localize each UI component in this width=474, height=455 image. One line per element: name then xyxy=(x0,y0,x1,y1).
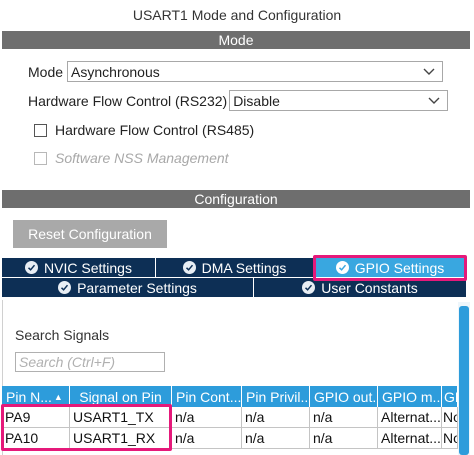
sort-up-icon: ▲ xyxy=(53,391,63,402)
rs232-select[interactable]: Disable xyxy=(229,90,449,111)
tab-user-constants[interactable]: User Constants xyxy=(254,278,466,297)
cell-pin-privilege: n/a xyxy=(242,428,310,449)
rs485-row: Hardware Flow Control (RS485) xyxy=(34,121,254,139)
rs232-select-value: Disable xyxy=(233,92,280,109)
mode-section-header: Mode xyxy=(2,31,470,49)
cell-gpio-mode: Alternat... xyxy=(378,428,442,449)
nss-label: Software NSS Management xyxy=(55,150,229,166)
configuration-section-header: Configuration xyxy=(2,190,470,208)
rs232-row: Hardware Flow Control (RS232) Disable xyxy=(28,90,449,111)
rs232-label: Hardware Flow Control (RS232) xyxy=(28,92,228,109)
chevron-down-icon xyxy=(427,94,441,108)
cell-pin-privilege: n/a xyxy=(242,407,310,428)
search-signals-input[interactable] xyxy=(15,352,165,372)
tab-label: User Constants xyxy=(321,279,418,296)
column-header-gpio-mode[interactable]: GPIO m... xyxy=(378,386,442,407)
mode-select-value: Asynchronous xyxy=(71,63,160,80)
tab-dma-settings[interactable]: DMA Settings xyxy=(156,258,313,277)
cell-gpio-mode: Alternat... xyxy=(378,407,442,428)
cell-pin-context: n/a xyxy=(172,407,242,428)
cell-pin-name: PA10 xyxy=(2,428,70,449)
mode-row: Mode Asynchronous xyxy=(28,61,444,82)
column-header-signal[interactable]: Signal on Pin xyxy=(70,386,172,407)
search-signals-label: Search Signals xyxy=(15,327,110,343)
cell-gpio-output: n/a xyxy=(310,407,378,428)
window-title: USART1 Mode and Configuration xyxy=(132,7,342,23)
tab-label: GPIO Settings xyxy=(354,259,445,276)
column-header-gpio-output[interactable]: GPIO out... xyxy=(310,386,378,407)
cell-pin-name: PA9 xyxy=(2,407,70,428)
tab-nvic-settings[interactable]: NVIC Settings xyxy=(2,258,155,277)
column-header-label: Pin N... xyxy=(6,388,52,405)
rs485-label: Hardware Flow Control (RS485) xyxy=(55,122,255,138)
column-header-gpio-pull[interactable]: GP xyxy=(442,386,458,407)
column-header-pin-context[interactable]: Pin Cont... xyxy=(172,386,242,407)
check-circle-icon xyxy=(302,281,316,294)
vertical-scrollbar-thumb[interactable] xyxy=(459,306,469,455)
check-circle-icon xyxy=(335,261,349,274)
column-header-pin-name[interactable]: Pin N... ▲ xyxy=(2,386,70,407)
cell-gpio-output: n/a xyxy=(310,428,378,449)
table-row[interactable]: PA10 USART1_RX n/a n/a n/a Alternat... N… xyxy=(2,428,458,449)
table-row[interactable]: PA9 USART1_TX n/a n/a n/a Alternat... No xyxy=(2,407,458,428)
mode-select[interactable]: Asynchronous xyxy=(67,61,444,82)
tab-gpio-settings[interactable]: GPIO Settings xyxy=(314,258,466,277)
cell-gpio-pull: No xyxy=(442,407,458,428)
cell-signal: USART1_RX xyxy=(70,428,172,449)
signals-table: Pin N... ▲ Signal on Pin Pin Cont... Pin… xyxy=(2,386,458,449)
check-circle-icon xyxy=(25,261,39,274)
cell-signal: USART1_TX xyxy=(70,407,172,428)
reset-configuration-button[interactable]: Reset Configuration xyxy=(13,220,167,248)
rs485-checkbox[interactable] xyxy=(34,123,47,137)
tab-label: NVIC Settings xyxy=(44,259,132,276)
table-header-row: Pin N... ▲ Signal on Pin Pin Cont... Pin… xyxy=(2,386,458,407)
cell-pin-context: n/a xyxy=(172,428,242,449)
tab-parameter-settings[interactable]: Parameter Settings xyxy=(2,278,253,297)
nss-checkbox xyxy=(34,151,47,165)
nss-row: Software NSS Management xyxy=(34,149,229,167)
tab-label: Parameter Settings xyxy=(77,279,197,296)
check-circle-icon xyxy=(58,281,72,294)
check-circle-icon xyxy=(182,261,196,274)
tab-label: DMA Settings xyxy=(201,259,287,276)
mode-label: Mode xyxy=(28,63,64,80)
column-header-pin-privilege[interactable]: Pin Privil... xyxy=(242,386,310,407)
chevron-down-icon xyxy=(422,65,436,79)
cell-gpio-pull: No xyxy=(442,428,458,449)
